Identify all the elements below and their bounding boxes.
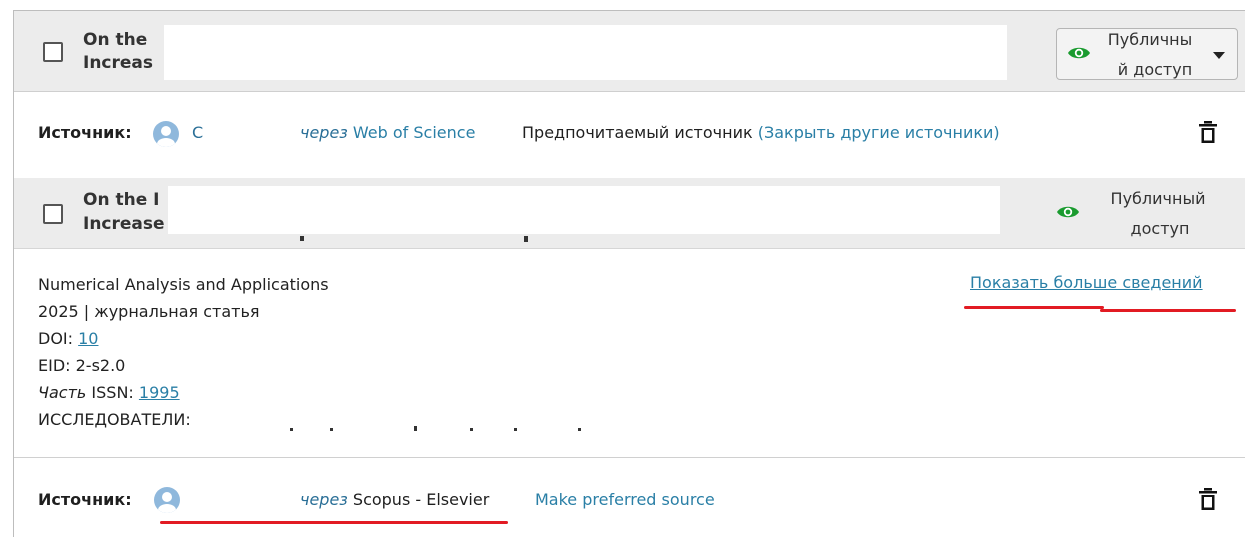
record2-issn-link[interactable]: 1995 <box>139 383 180 402</box>
redaction-fragment <box>330 428 333 431</box>
annotation-underline <box>160 521 508 524</box>
record1-source-redaction <box>205 118 295 148</box>
record2-doi-link[interactable]: 10 <box>78 329 98 348</box>
record2-visibility-label-line1: Публичный <box>1110 189 1206 208</box>
record1-source-label: Источник: <box>38 123 132 142</box>
record1-preferred-text: Предпочитаемый источник <box>522 123 753 142</box>
record2-make-preferred-link[interactable]: Make preferred source <box>535 490 715 509</box>
record2-select-checkbox[interactable] <box>43 204 63 224</box>
annotation-underline <box>964 306 1104 309</box>
record1-select-checkbox[interactable] <box>43 42 63 62</box>
record2-title-line2[interactable]: Increase <box>83 213 165 236</box>
redaction-fragment <box>290 428 293 431</box>
redaction-fragment <box>524 236 528 242</box>
record2-via-source[interactable]: Scopus - Elsevier <box>353 490 489 509</box>
redaction-fragment <box>514 428 517 431</box>
record2-issn-label: ISSN: <box>91 383 134 402</box>
record2-source-label: Источник: <box>38 490 132 509</box>
record1-title-line1[interactable]: On the <box>83 29 147 52</box>
trash-icon[interactable] <box>1199 488 1217 510</box>
record2-visibility-label-line2: доступ <box>1130 219 1190 238</box>
record1-title-redaction <box>164 25 1007 80</box>
redaction-fragment <box>300 236 304 241</box>
redaction-fragment <box>578 428 581 431</box>
record2-doi-label: DOI: <box>38 329 74 348</box>
record2-show-more-link[interactable]: Показать больше сведений <box>970 273 1203 292</box>
redaction-fragment <box>414 426 417 431</box>
record2-eid: EID: 2-s2.0 <box>38 356 126 375</box>
record1-via-source[interactable]: Web of Science <box>353 123 476 142</box>
record2-title-redaction <box>168 186 1000 234</box>
record1-close-other-sources-link[interactable]: (Закрыть другие источники) <box>758 123 1000 142</box>
redaction-fragment <box>470 428 473 431</box>
record2-via-label: через <box>300 490 348 509</box>
record2-via: через Scopus - Elsevier <box>300 490 489 509</box>
record2-year-type: 2025 | журнальная статья <box>38 302 260 321</box>
record2-issn: Часть ISSN: 1995 <box>38 379 180 406</box>
record2-part-label: Часть <box>38 383 87 402</box>
record1-visibility-label-line2: й доступ <box>1117 60 1193 79</box>
annotation-underline <box>1100 309 1236 312</box>
record1-preferred: Предпочитаемый источник (Закрыть другие … <box>522 123 1000 142</box>
eye-icon <box>1068 47 1090 59</box>
record1-via: через Web of Science <box>300 123 475 142</box>
record1-via-label: через <box>300 123 348 142</box>
record2-title-line1[interactable]: On the I <box>83 189 159 212</box>
avatar-icon <box>153 121 179 147</box>
record1-visibility-label-line1: Публичны <box>1107 30 1193 49</box>
record2-divider <box>14 457 1245 458</box>
trash-icon[interactable] <box>1199 121 1217 143</box>
record2-researchers-label: ИССЛЕДОВАТЕЛИ: <box>38 410 191 429</box>
record1-title-line2[interactable]: Increas <box>83 52 153 75</box>
caret-down-icon <box>1213 52 1225 59</box>
record2-journal: Numerical Analysis and Applications <box>38 275 329 294</box>
eye-icon <box>1057 206 1079 218</box>
record1-source-name[interactable]: С <box>192 123 203 142</box>
record2-doi: DOI: 10 <box>38 325 98 352</box>
avatar-icon <box>154 487 180 513</box>
